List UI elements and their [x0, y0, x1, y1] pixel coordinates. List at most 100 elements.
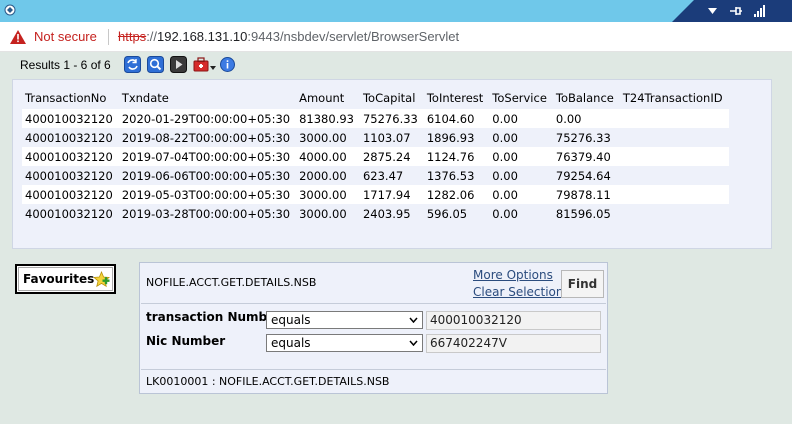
column-header: TransactionNo	[25, 91, 107, 105]
table-cell: 1124.76	[423, 147, 490, 166]
url-path: :9443/nsbdev/servlet/BrowserServlet	[247, 29, 460, 44]
column-header: Amount	[299, 91, 345, 105]
results-panel: TransactionNo Txndate Amount ToCapital T…	[12, 79, 772, 249]
table-cell: 0.00	[489, 204, 553, 223]
selected-option: equals	[271, 313, 311, 327]
column-header: Txndate	[121, 91, 169, 105]
favourites-label: Favourites	[23, 272, 95, 286]
table-cell	[619, 204, 729, 223]
table-row[interactable]: 400010032120 2019-03-28T00:00:00+05:30 3…	[22, 204, 729, 223]
security-status[interactable]: Not secure	[34, 29, 97, 44]
chevron-down-icon[interactable]	[708, 8, 717, 14]
chevron-down-icon	[409, 317, 418, 323]
table-cell: 2019-06-06T00:00:00+05:30	[118, 166, 297, 185]
table-cell: 2875.24	[359, 147, 424, 166]
nic-number-field[interactable]: 667402247V	[426, 334, 601, 353]
window-controls	[672, 0, 792, 22]
play-icon[interactable]	[170, 56, 187, 73]
table-cell: 2019-05-03T00:00:00+05:30	[118, 185, 297, 204]
table-cell	[619, 109, 729, 128]
table-cell: 75276.33	[359, 109, 424, 128]
divider	[141, 303, 606, 304]
table-cell	[619, 147, 729, 166]
clear-selection-link[interactable]: Clear Selection	[473, 285, 564, 299]
divider	[141, 369, 606, 370]
find-button[interactable]: Find	[561, 270, 604, 298]
address-bar[interactable]: Not secure https://192.168.131.10:9443/n…	[0, 22, 792, 52]
table-cell	[619, 185, 729, 204]
url-host: 192.168.131.10	[157, 29, 248, 44]
table-cell: 4000.00	[296, 147, 360, 166]
table-cell: 0.00	[489, 185, 553, 204]
table-cell: 2019-03-28T00:00:00+05:30	[118, 204, 297, 223]
column-header: ToBalance	[555, 91, 614, 105]
enquiry-footer: LK0010001 : NOFILE.ACCT.GET.DETAILS.NSB	[146, 375, 390, 388]
table-cell: 3000.00	[296, 185, 360, 204]
table-cell: 1896.93	[423, 128, 490, 147]
column-header: ToInterest	[426, 91, 484, 105]
enquiry-panel: NOFILE.ACCT.GET.DETAILS.NSB More Options…	[139, 262, 608, 394]
divider	[108, 29, 109, 45]
table-cell: 75276.33	[552, 128, 620, 147]
url-separator: ://	[146, 29, 158, 44]
url-scheme: https	[118, 29, 147, 44]
app-icon	[4, 4, 16, 16]
transaction-number-operator-select[interactable]: equals	[266, 311, 423, 329]
table-cell: 623.47	[359, 166, 424, 185]
table-cell: 2403.95	[359, 204, 424, 223]
table-cell: 0.00	[489, 166, 553, 185]
favourites-button[interactable]: Favourites	[15, 264, 116, 294]
results-count: Results 1 - 6 of 6	[20, 58, 111, 72]
nic-number-label: Nic Number	[146, 334, 226, 348]
info-icon[interactable]	[220, 57, 235, 72]
pin-icon[interactable]	[730, 5, 742, 17]
table-cell: 79878.11	[552, 185, 620, 204]
table-cell: 400010032120	[22, 166, 119, 185]
url-text[interactable]: https://192.168.131.10:9443/nsbdev/servl…	[118, 29, 459, 44]
table-cell: 6104.60	[423, 109, 490, 128]
table-cell: 1282.06	[423, 185, 490, 204]
column-header: T24TransactionID	[622, 91, 723, 105]
table-cell: 76379.40	[552, 147, 620, 166]
window-titlebar	[0, 0, 792, 22]
table-row[interactable]: 400010032120 2019-08-22T00:00:00+05:30 3…	[22, 128, 729, 147]
search-icon[interactable]	[147, 56, 164, 73]
signal-icon	[754, 5, 765, 17]
table-cell	[619, 166, 729, 185]
table-row[interactable]: 400010032120 2019-07-04T00:00:00+05:30 4…	[22, 147, 729, 166]
table-header-row: TransactionNo Txndate Amount ToCapital T…	[22, 87, 729, 109]
table-cell	[619, 128, 729, 147]
table-cell: 596.05	[423, 204, 490, 223]
table-cell: 2020-01-29T00:00:00+05:30	[118, 109, 297, 128]
table-cell: 1376.53	[423, 166, 490, 185]
table-cell: 0.00	[489, 109, 553, 128]
enquiry-name: NOFILE.ACCT.GET.DETAILS.NSB	[146, 276, 317, 289]
table-cell: 400010032120	[22, 128, 119, 147]
table-cell: 79254.64	[552, 166, 620, 185]
table-cell: 0.00	[489, 128, 553, 147]
nic-number-operator-select[interactable]: equals	[266, 334, 423, 352]
table-cell: 3000.00	[296, 128, 360, 147]
table-cell: 81596.05	[552, 204, 620, 223]
warning-icon[interactable]	[10, 30, 26, 44]
table-cell: 2019-08-22T00:00:00+05:30	[118, 128, 297, 147]
table-cell: 400010032120	[22, 185, 119, 204]
selected-option: equals	[271, 336, 311, 350]
star-add-icon	[93, 271, 110, 288]
table-cell: 1103.07	[359, 128, 424, 147]
table-cell: 1717.94	[359, 185, 424, 204]
table-row[interactable]: 400010032120 2020-01-29T00:00:00+05:30 8…	[22, 109, 729, 128]
table-cell: 400010032120	[22, 147, 119, 166]
table-cell: 81380.93	[296, 109, 360, 128]
toolbox-icon[interactable]	[193, 56, 217, 73]
column-header: ToService	[492, 91, 547, 105]
transaction-number-field[interactable]: 400010032120	[426, 311, 601, 330]
refresh-icon[interactable]	[124, 56, 141, 73]
column-header: ToCapital	[362, 91, 416, 105]
results-table: TransactionNo Txndate Amount ToCapital T…	[22, 87, 729, 223]
more-options-link[interactable]: More Options	[473, 268, 553, 282]
table-row[interactable]: 400010032120 2019-06-06T00:00:00+05:30 2…	[22, 166, 729, 185]
table-row[interactable]: 400010032120 2019-05-03T00:00:00+05:30 3…	[22, 185, 729, 204]
table-cell: 400010032120	[22, 204, 119, 223]
table-cell: 0.00	[489, 147, 553, 166]
